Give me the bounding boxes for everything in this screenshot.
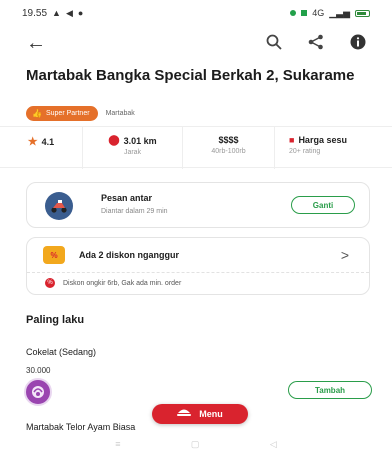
top-app-bar: ← [0, 28, 392, 58]
navigation-icon: ◀ [65, 7, 73, 18]
network-label: 4G [312, 8, 325, 18]
sync-icon [290, 10, 297, 16]
chevron-right-icon[interactable]: > [341, 247, 349, 263]
scooter-icon [45, 192, 73, 220]
home-icon[interactable]: ▢ [191, 439, 200, 450]
back-arrow-icon[interactable]: ← [26, 33, 46, 53]
notification-icon: ▲ [52, 8, 61, 18]
delivery-title: Pesan antar [101, 193, 153, 203]
rating-value: 4.1 [41, 136, 55, 147]
section-title: Paling laku [26, 314, 85, 326]
price-range-stat: $$$$ 40rb-100rb [182, 127, 274, 169]
location-pin-icon: ⬤ [108, 135, 120, 146]
distance-stat: ⬤ 3.01 km Jarak [82, 127, 182, 169]
change-delivery-button[interactable]: Ganti [291, 196, 355, 214]
shopping-bag-icon: ■ [289, 135, 295, 145]
restaurant-name: Martabak Bangka Special Berkah 2, Sukara… [26, 67, 355, 84]
battery-icon [355, 9, 370, 17]
restaurant-badges: 👍 Super Partner Martabak [26, 106, 135, 121]
system-nav-bar: ≡ ▢ ◁ [0, 436, 392, 452]
discount-card[interactable]: % Ada 2 diskon nganggur > % Diskon ongki… [26, 237, 370, 295]
category-label: Martabak [105, 110, 135, 117]
assistant-avatar-icon[interactable] [24, 378, 52, 406]
recent-apps-icon[interactable]: ≡ [115, 439, 120, 449]
distance-sublabel: Jarak [123, 149, 142, 156]
price-rating-value: Harga sesu [298, 135, 347, 145]
divider [27, 272, 369, 273]
star-icon: ★ [27, 136, 38, 148]
back-icon[interactable]: ◁ [270, 439, 277, 450]
add-item-button[interactable]: Tambah [288, 381, 372, 399]
distance-value: 3.01 km [123, 135, 157, 146]
menu-item-name[interactable]: Martabak Telor Ayam Biasa [26, 422, 135, 432]
delivery-card: Pesan antar Diantar dalam 29 min Ganti [26, 182, 370, 228]
alarm-icon: ● [77, 8, 84, 18]
menu-bowl-icon [177, 408, 192, 420]
menu-item-name[interactable]: Cokelat (Sedang) [26, 347, 96, 357]
clock: 19.55 [22, 7, 48, 19]
discount-title: Ada 2 diskon nganggur [79, 250, 180, 260]
discount-dot-icon: % [45, 278, 55, 288]
rating-count-sublabel: 20+ rating [289, 148, 321, 155]
thumbs-up-icon: 👍 [32, 109, 42, 118]
status-bar: 19.55 ▲ ◀ ● 4G ▁▃▅ [0, 0, 392, 26]
rating-stat[interactable]: ★ 4.1 [0, 127, 82, 169]
price-level: $$$$ [218, 135, 239, 145]
vpn-icon [301, 10, 308, 16]
signal-icon: ▁▃▅ [329, 7, 350, 18]
stats-row[interactable]: ★ 4.1 ⬤ 3.01 km Jarak $$$$ 40rb-100rb ■ Har… [0, 126, 392, 169]
info-icon[interactable] [348, 32, 368, 52]
price-rating-stat[interactable]: ■ Harga sesu 20+ rating [274, 127, 392, 169]
discount-ticket-icon: % [43, 246, 65, 264]
delivery-eta: Diantar dalam 29 min [101, 208, 168, 215]
menu-item-price: 30.000 [26, 366, 51, 375]
share-icon[interactable] [306, 32, 326, 52]
search-icon[interactable] [264, 32, 284, 52]
promo-line: % Diskon ongkir 6rb, Gak ada min. order [45, 278, 181, 288]
super-partner-badge: 👍 Super Partner [26, 106, 98, 121]
price-range-sublabel: 40rb-100rb [211, 148, 246, 155]
super-partner-label: Super Partner [45, 110, 90, 117]
menu-label: Menu [199, 409, 223, 419]
promo-text: Diskon ongkir 6rb, Gak ada min. order [63, 279, 182, 287]
menu-button[interactable]: Menu [152, 404, 248, 424]
